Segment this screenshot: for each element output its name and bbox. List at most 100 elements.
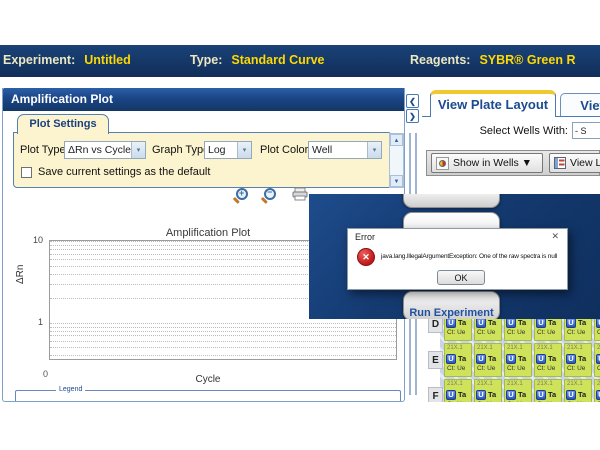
plate-well[interactable]: 21X.1UTaCt: Ue bbox=[534, 379, 562, 402]
chevron-right-icon[interactable]: ❯ bbox=[406, 109, 419, 123]
well-sample-text: 21X.1 bbox=[595, 344, 600, 352]
unknown-task-icon: U bbox=[536, 354, 546, 364]
x-axis-label: Cycle bbox=[63, 374, 353, 385]
run-experiment-button[interactable]: Run Experiment bbox=[403, 291, 500, 319]
well-task-row: UTa bbox=[565, 388, 591, 401]
graph-type-select[interactable]: Log▾ bbox=[204, 141, 252, 159]
select-wells-label: Select Wells With: bbox=[480, 125, 568, 137]
plate-well[interactable]: 21X.1UTaCt: Ue bbox=[504, 343, 532, 377]
printer-icon[interactable] bbox=[292, 187, 308, 206]
well-target-label: Ta bbox=[578, 390, 586, 399]
unknown-task-icon: U bbox=[596, 390, 600, 400]
well-sample-text: 21X.1 bbox=[565, 344, 591, 352]
panel-title: Amplification Plot bbox=[2, 88, 405, 111]
gridline bbox=[50, 327, 396, 328]
tab-view-plate-layout[interactable]: View Plate Layout bbox=[430, 90, 556, 117]
view-legend-button[interactable]: View L bbox=[549, 153, 600, 173]
unknown-task-icon: U bbox=[476, 390, 486, 400]
y-axis-tick: 1 bbox=[38, 317, 43, 327]
well-sample-text: 21X.1 bbox=[475, 380, 501, 388]
plate-well[interactable]: 21X.1UTaCt: Ue bbox=[444, 379, 472, 402]
well-ct-text: Ct: Ue bbox=[565, 329, 591, 336]
well-plate-icon bbox=[436, 157, 449, 170]
unknown-task-icon: U bbox=[476, 354, 486, 364]
plate-well[interactable]: 21X.1UTaCt: Ue bbox=[594, 343, 600, 377]
show-in-wells-label: Show in Wells ▼ bbox=[453, 157, 532, 169]
save-default-checkbox[interactable] bbox=[21, 167, 32, 178]
well-ct-text: Ct: Ue bbox=[475, 365, 501, 372]
well-sample-text: 21X.1 bbox=[595, 380, 600, 388]
gridline bbox=[50, 323, 396, 324]
plate-well[interactable]: 21X.1UTaCt: Ue bbox=[474, 379, 502, 402]
plot-type-select[interactable]: ΔRn vs Cycle▾ bbox=[64, 141, 146, 159]
unknown-task-icon: U bbox=[446, 390, 456, 400]
plate-well[interactable]: 21X.1UTaCt: Ue bbox=[564, 343, 592, 377]
well-target-label: Ta bbox=[518, 318, 526, 327]
plate-well[interactable]: 21X.1UTaCt: Ue bbox=[594, 379, 600, 402]
tab-plot-settings[interactable]: Plot Settings bbox=[17, 114, 109, 134]
plate-well[interactable]: 21X.1UTaCt: Ue bbox=[534, 343, 562, 377]
plot-type-value: ΔRn vs Cycle bbox=[65, 144, 131, 156]
well-target-label: Ta bbox=[578, 354, 586, 363]
zoom-in-icon[interactable] bbox=[236, 188, 248, 200]
legend-label: Legend bbox=[56, 386, 85, 393]
unknown-task-icon: U bbox=[566, 318, 576, 328]
plate-well[interactable]: 21X.1UTaCt: Ue bbox=[564, 379, 592, 402]
type-value: Standard Curve bbox=[231, 53, 324, 67]
plate-well[interactable]: 21X.1UTaCt: Ue bbox=[444, 343, 472, 377]
well-ct-text: Ct: Ue bbox=[445, 401, 471, 402]
y-axis-label: ΔRn bbox=[15, 265, 26, 284]
well-target-label: Ta bbox=[518, 354, 526, 363]
well-target-label: Ta bbox=[488, 390, 496, 399]
well-target-label: Ta bbox=[488, 318, 496, 327]
plate-row: E21X.1UTaCt: Ue21X.1UTaCt: Ue21X.1UTaCt:… bbox=[428, 343, 600, 377]
settings-scrollbar[interactable]: ▲ ▼ bbox=[389, 133, 404, 188]
unknown-task-icon: U bbox=[596, 354, 600, 364]
type-label: Type: bbox=[190, 53, 222, 67]
chevron-down-icon: ▾ bbox=[367, 142, 381, 158]
ok-button[interactable]: OK bbox=[437, 270, 485, 285]
plate-well[interactable]: 21X.1UTaCt: Ue bbox=[474, 343, 502, 377]
well-task-row: UTa bbox=[565, 352, 591, 365]
zoom-out-icon[interactable] bbox=[264, 188, 276, 200]
tab-view-well-table[interactable]: View bbox=[560, 93, 600, 117]
well-task-row: UTa bbox=[505, 388, 531, 401]
gridline bbox=[50, 355, 396, 356]
well-target-label: Ta bbox=[578, 318, 586, 327]
unknown-task-icon: U bbox=[506, 390, 516, 400]
unknown-task-icon: U bbox=[446, 318, 456, 328]
experiment-field: Experiment:Untitled bbox=[3, 53, 131, 67]
dialog-title: Error bbox=[355, 232, 375, 242]
plot-color-value: Well bbox=[309, 144, 367, 156]
select-wells-dropdown[interactable]: - S bbox=[572, 122, 600, 139]
chevron-down-icon[interactable]: ▼ bbox=[390, 175, 403, 187]
unknown-task-icon: U bbox=[506, 318, 516, 328]
well-ct-text: Ct: Ue bbox=[595, 401, 600, 402]
well-ct-text: Ct: Ue bbox=[505, 329, 531, 336]
well-target-label: Ta bbox=[458, 354, 466, 363]
show-in-wells-button[interactable]: Show in Wells ▼ bbox=[431, 153, 543, 173]
well-sample-text: 21X.1 bbox=[505, 380, 531, 388]
unknown-task-icon: U bbox=[476, 318, 486, 328]
well-target-label: Ta bbox=[548, 390, 556, 399]
well-task-row: UTa bbox=[445, 388, 471, 401]
well-ct-text: Ct: Ue bbox=[445, 329, 471, 336]
well-task-row: UTa bbox=[535, 352, 561, 365]
plot-settings-box: Plot Type: ΔRn vs Cycle▾ Graph Type: Log… bbox=[13, 132, 392, 188]
plate-well[interactable]: 21X.1UTaCt: Ue bbox=[504, 379, 532, 402]
plot-color-select[interactable]: Well▾ bbox=[308, 141, 382, 159]
chevron-left-icon[interactable]: ❮ bbox=[406, 94, 419, 108]
chevron-up-icon[interactable]: ▲ bbox=[390, 134, 403, 146]
well-ct-text: Ct: Ue bbox=[505, 365, 531, 372]
well-target-label: Ta bbox=[518, 390, 526, 399]
well-task-row: UTa bbox=[475, 352, 501, 365]
background-button[interactable] bbox=[403, 194, 500, 208]
close-icon[interactable]: ✕ bbox=[551, 231, 559, 242]
well-ct-text: Ct: Ue bbox=[445, 365, 471, 372]
well-ct-text: Ct: Ue bbox=[595, 365, 600, 372]
y-axis-tick: 10 bbox=[33, 235, 43, 245]
unknown-task-icon: U bbox=[566, 390, 576, 400]
well-sample-text: 21X.1 bbox=[565, 380, 591, 388]
legend-box: Legend bbox=[15, 390, 401, 402]
well-sample-text: 21X.1 bbox=[445, 344, 471, 352]
